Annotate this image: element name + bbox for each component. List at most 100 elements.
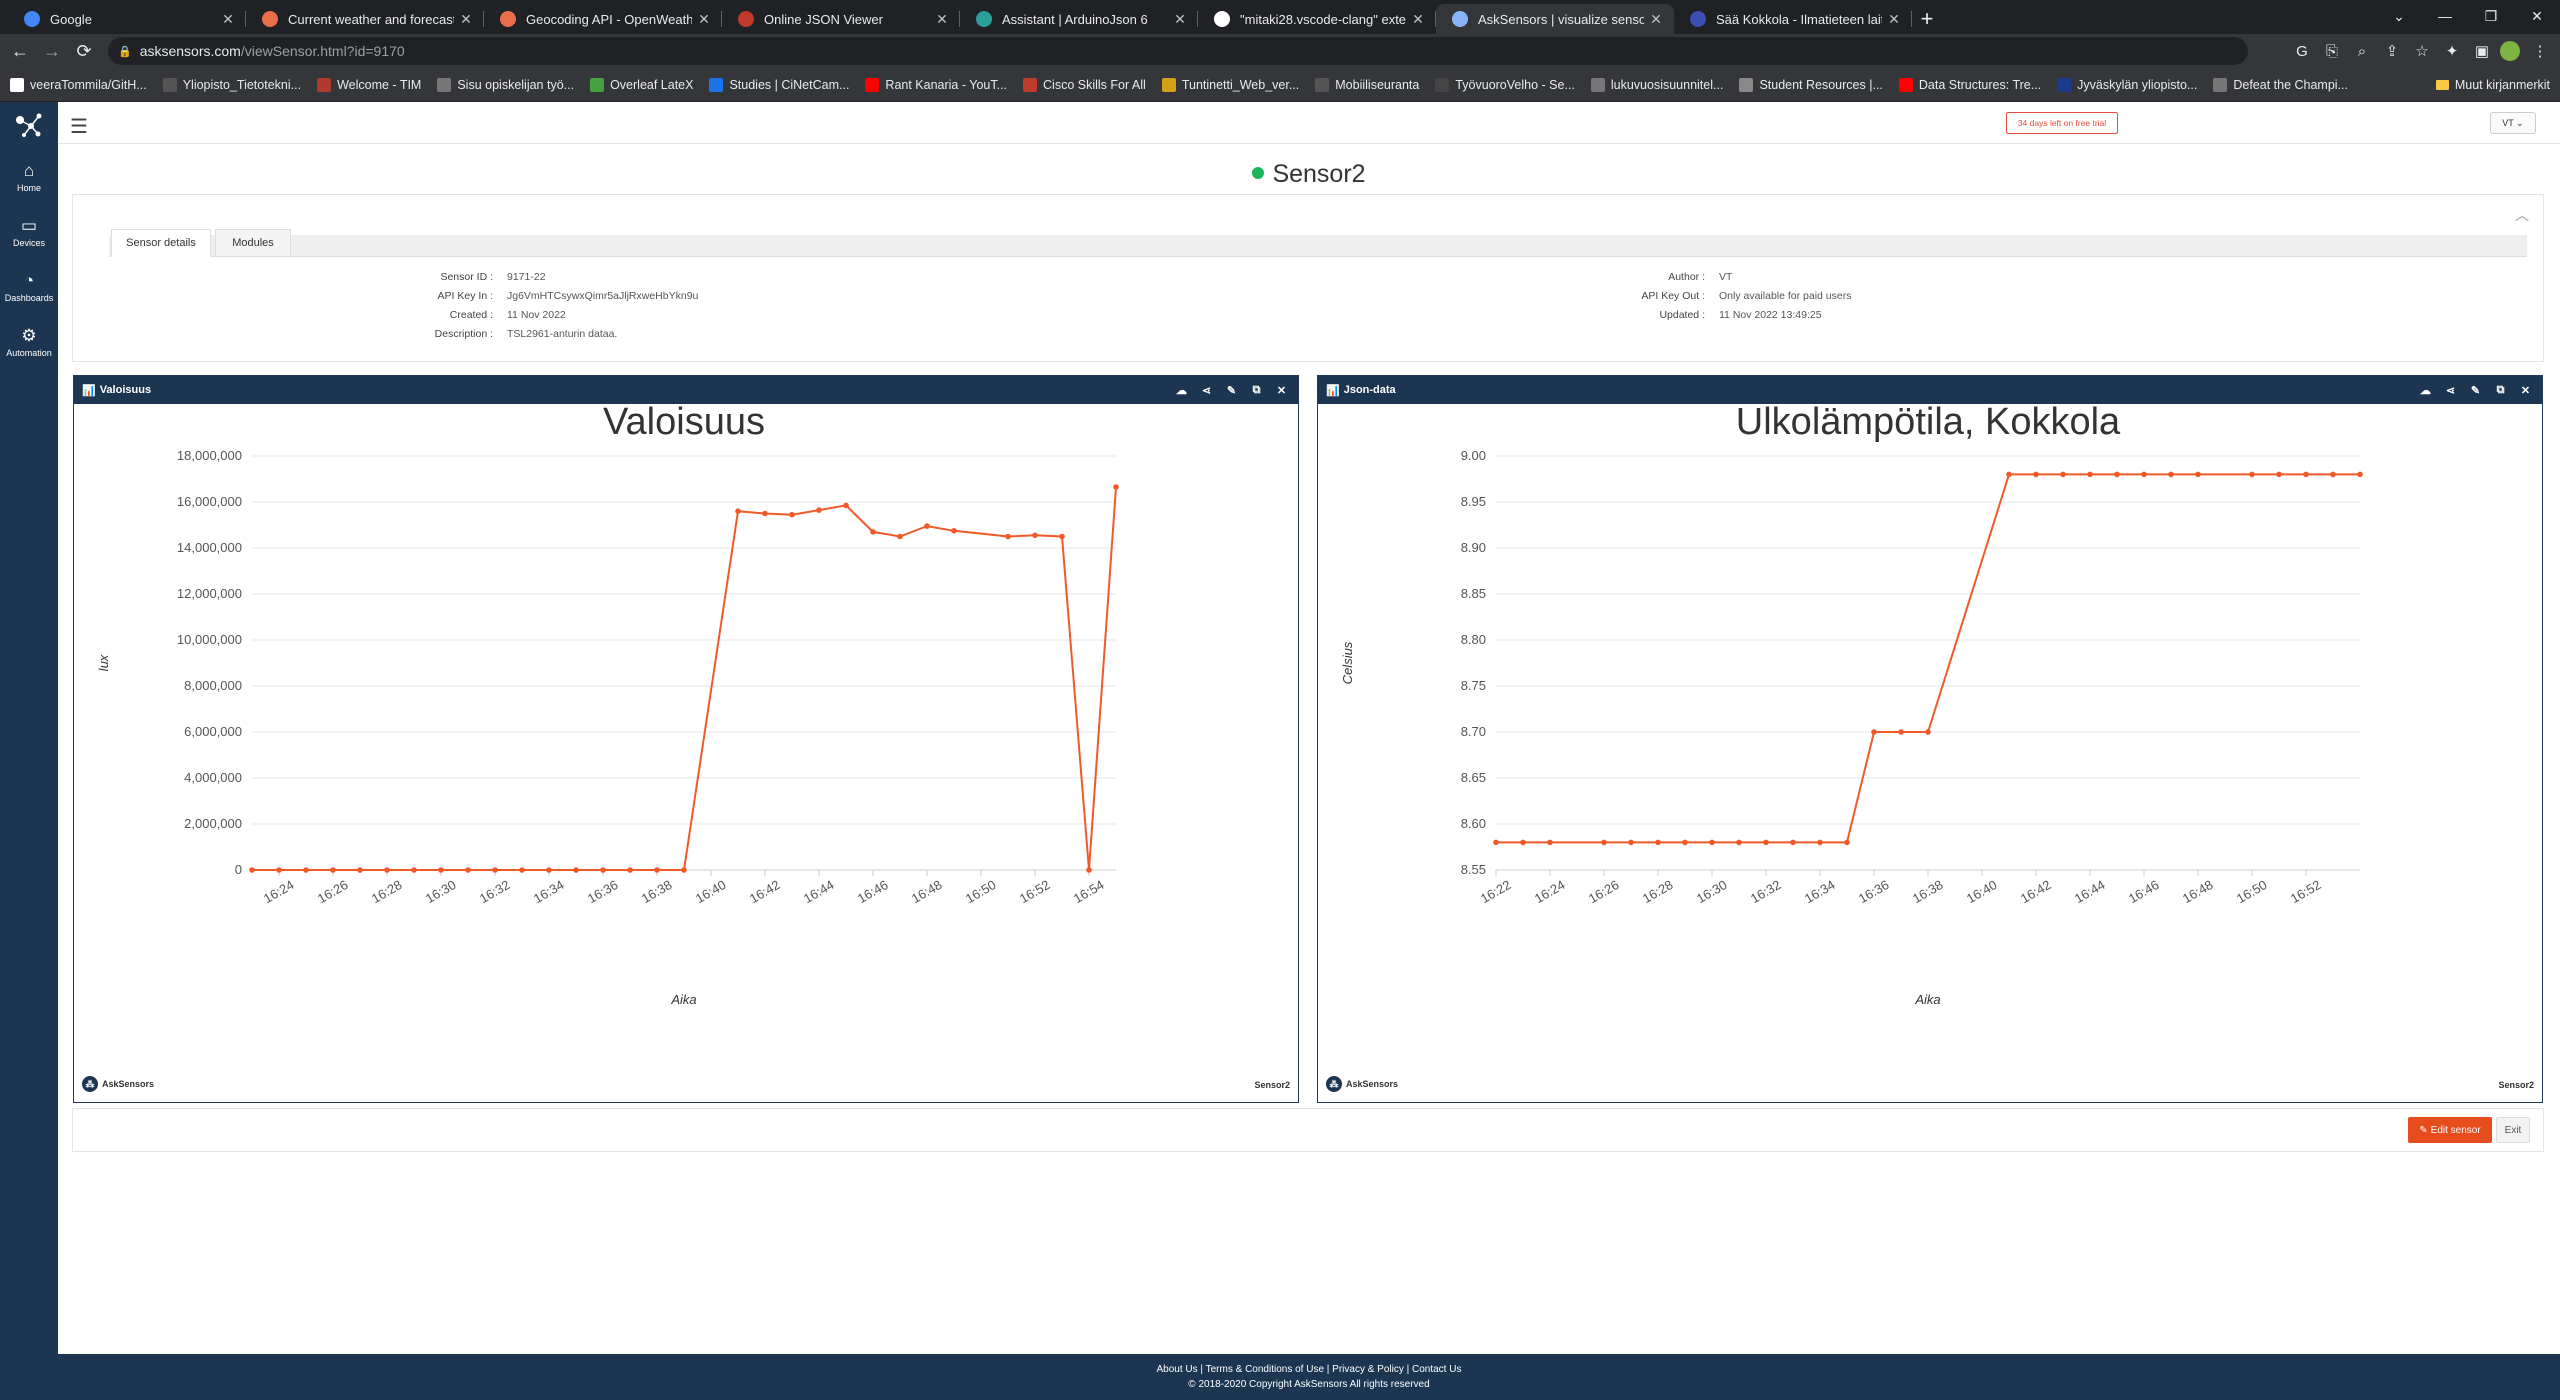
footer-links[interactable]: About Us | Terms & Conditions of Use | P… xyxy=(58,1362,2560,1377)
sidebar-item-devices[interactable]: ▭ Devices xyxy=(0,205,58,260)
forward-button[interactable]: → xyxy=(36,35,68,67)
tab-search-icon[interactable]: ⌄ xyxy=(2376,0,2422,32)
tab-close-icon[interactable]: ✕ xyxy=(1886,11,1902,28)
user-menu-button[interactable]: VT ⌄ xyxy=(2490,112,2536,134)
data-point[interactable] xyxy=(2249,471,2255,478)
tab-close-icon[interactable]: ✕ xyxy=(220,11,236,28)
data-point[interactable] xyxy=(1736,839,1742,846)
other-bookmarks[interactable]: Muut kirjanmerkit xyxy=(2435,68,2550,102)
bookmark-item[interactable]: TyövuoroVelho - Se... xyxy=(1435,77,1575,92)
browser-tab[interactable]: Geocoding API - OpenWeatherM✕ xyxy=(484,4,722,34)
bookmark-item[interactable]: Yliopisto_Tietotekni... xyxy=(162,77,301,92)
bookmark-item[interactable]: Studies | CiNetCam... xyxy=(709,77,849,92)
data-point[interactable] xyxy=(951,528,957,534)
bookmark-item[interactable]: Welcome - TIM xyxy=(317,77,421,92)
zoom-icon[interactable]: ⌕ xyxy=(2348,37,2376,65)
data-point[interactable] xyxy=(924,523,930,529)
browser-menu-icon[interactable]: ⋮ xyxy=(2526,37,2554,65)
data-point[interactable] xyxy=(654,867,660,873)
data-point[interactable] xyxy=(1493,839,1499,846)
data-point[interactable] xyxy=(2168,471,2174,478)
browser-tab[interactable]: Online JSON Viewer ✕ xyxy=(722,4,960,34)
data-point[interactable] xyxy=(2087,471,2093,478)
data-point[interactable] xyxy=(2060,471,2066,478)
bookmark-item[interactable]: Mobiiliseuranta xyxy=(1315,77,1419,92)
tab-sensor-details[interactable]: Sensor details xyxy=(111,229,211,257)
bookmark-item[interactable]: veeraTommila/GitH... xyxy=(10,77,147,92)
data-point[interactable] xyxy=(573,867,579,873)
tab-close-icon[interactable]: ✕ xyxy=(696,11,712,28)
data-point[interactable] xyxy=(1790,839,1796,846)
data-point[interactable] xyxy=(465,867,471,873)
data-point[interactable] xyxy=(1817,839,1823,846)
new-tab-button[interactable]: + xyxy=(1912,4,1942,34)
bookmark-item[interactable]: Data Structures: Tre... xyxy=(1898,77,2041,92)
sidebar-item-home[interactable]: ⌂ Home xyxy=(0,150,58,205)
tab-modules[interactable]: Modules xyxy=(215,229,291,257)
back-button[interactable]: ← xyxy=(4,35,36,67)
data-point[interactable] xyxy=(1086,867,1092,873)
browser-tab[interactable]: Google ✕ xyxy=(8,4,246,34)
data-point[interactable] xyxy=(411,867,417,873)
edit-sensor-button[interactable]: ✎ Edit sensor xyxy=(2408,1117,2492,1143)
asksensors-logo[interactable] xyxy=(0,102,58,146)
data-point[interactable] xyxy=(2141,471,2147,478)
tab-close-icon[interactable]: ✕ xyxy=(1172,11,1188,28)
bookmark-item[interactable]: Overleaf LateX xyxy=(590,77,693,92)
bookmark-item[interactable]: Rant Kanaria - YouT... xyxy=(865,77,1007,92)
edit-icon[interactable]: ✎ xyxy=(1219,384,1244,397)
data-point[interactable] xyxy=(1871,729,1877,735)
data-point[interactable] xyxy=(357,867,363,873)
bookmark-star-icon[interactable]: ☆ xyxy=(2408,37,2436,65)
close-icon[interactable]: ✕ xyxy=(1269,384,1294,397)
bookmark-item[interactable]: Jyväskylän yliopisto... xyxy=(2057,77,2197,92)
bookmark-item[interactable]: lukuvuosisuunnitel... xyxy=(1590,77,1723,92)
data-point[interactable] xyxy=(2276,471,2282,478)
side-panel-icon[interactable]: ▣ xyxy=(2468,37,2496,65)
menu-toggle-icon[interactable]: ☰ xyxy=(70,114,88,139)
close-icon[interactable]: ✕ xyxy=(2513,384,2538,397)
google-lens-icon[interactable]: G xyxy=(2288,37,2316,65)
share-icon[interactable]: ⇪ xyxy=(2378,37,2406,65)
share-icon[interactable]: ⋖ xyxy=(1194,384,1219,397)
data-point[interactable] xyxy=(600,867,606,873)
browser-tab[interactable]: "mitaki28.vscode-clang" extensio✕ xyxy=(1198,4,1436,34)
data-point[interactable] xyxy=(1844,839,1850,846)
data-point[interactable] xyxy=(2357,471,2363,478)
data-point[interactable] xyxy=(1113,484,1119,490)
browser-tab[interactable]: Current weather and forecast - O✕ xyxy=(246,4,484,34)
data-point[interactable] xyxy=(330,867,336,873)
data-point[interactable] xyxy=(384,867,390,873)
collapse-chevron-icon[interactable]: ︿ xyxy=(2515,205,2529,225)
data-point[interactable] xyxy=(1520,839,1526,846)
data-point[interactable] xyxy=(1032,532,1038,539)
bookmark-item[interactable]: Tuntinetti_Web_ver... xyxy=(1161,77,1299,92)
data-point[interactable] xyxy=(627,867,633,873)
data-point[interactable] xyxy=(1547,839,1553,846)
exit-button[interactable]: Exit xyxy=(2496,1117,2530,1143)
restore-button[interactable]: ❐ xyxy=(2468,0,2514,32)
bookmark-item[interactable]: Cisco Skills For All xyxy=(1023,77,1146,92)
bookmark-item[interactable]: Student Resources |... xyxy=(1739,77,1883,92)
data-point[interactable] xyxy=(1601,839,1607,846)
data-point[interactable] xyxy=(492,867,498,873)
data-point[interactable] xyxy=(1709,839,1715,846)
data-point[interactable] xyxy=(519,867,525,873)
data-point[interactable] xyxy=(249,867,255,873)
tab-close-icon[interactable]: ✕ xyxy=(458,11,474,28)
tab-close-icon[interactable]: ✕ xyxy=(1648,11,1664,28)
data-point[interactable] xyxy=(681,867,687,873)
reload-button[interactable]: ⟳ xyxy=(68,35,100,67)
data-point[interactable] xyxy=(2195,471,2201,478)
data-point[interactable] xyxy=(843,502,849,509)
extensions-icon[interactable]: ✦ xyxy=(2438,37,2466,65)
sidebar-item-dashboards[interactable]: ◔ Dashboards xyxy=(0,260,58,315)
sidebar-item-automation[interactable]: ⚙ Automation xyxy=(0,315,58,370)
bookmark-item[interactable]: Defeat the Champi... xyxy=(2213,77,2348,92)
data-point[interactable] xyxy=(2114,471,2120,478)
copy-icon[interactable]: ⧉ xyxy=(2488,384,2513,397)
data-point[interactable] xyxy=(1059,533,1065,540)
lock-icon[interactable]: 🔒 xyxy=(118,45,132,58)
tab-close-icon[interactable]: ✕ xyxy=(934,11,950,28)
data-point[interactable] xyxy=(762,510,768,517)
